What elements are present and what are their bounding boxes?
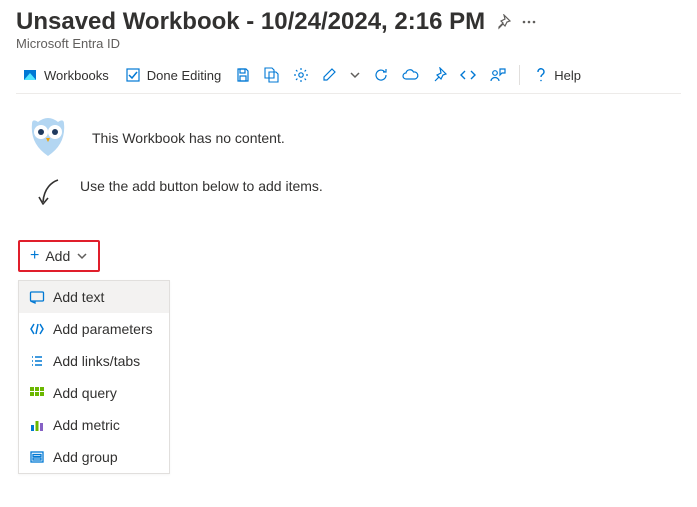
pin-icon[interactable] <box>495 14 511 30</box>
plus-icon: + <box>30 248 39 264</box>
more-icon[interactable] <box>521 14 537 30</box>
help-icon <box>534 67 548 83</box>
menu-item-add-metric[interactable]: Add metric <box>19 409 169 441</box>
save-icon <box>235 67 251 83</box>
menu-item-add-links-tabs[interactable]: Add links/tabs <box>19 345 169 377</box>
owl-icon <box>26 116 70 160</box>
text-icon <box>29 289 45 305</box>
pencil-icon <box>321 67 337 83</box>
chevron-down-icon <box>76 250 88 262</box>
menu-item-label: Add links/tabs <box>53 353 140 369</box>
done-editing-label: Done Editing <box>147 68 221 83</box>
menu-item-label: Add metric <box>53 417 120 433</box>
menu-item-add-parameters[interactable]: Add parameters <box>19 313 169 345</box>
pin-icon <box>431 67 447 83</box>
pin-button[interactable] <box>427 63 451 87</box>
gear-icon <box>293 67 309 83</box>
arrow-icon <box>34 178 62 212</box>
menu-item-label: Add query <box>53 385 117 401</box>
add-menu: Add text Add parameters Add links/tabs A… <box>18 280 170 474</box>
page-title: Unsaved Workbook - 10/24/2024, 2:16 PM <box>16 8 485 36</box>
person-feedback-icon <box>489 67 507 83</box>
menu-item-add-text[interactable]: Add text <box>19 281 169 313</box>
empty-message: This Workbook has no content. <box>92 130 285 146</box>
menu-item-add-query[interactable]: Add query <box>19 377 169 409</box>
group-icon <box>29 449 45 465</box>
refresh-icon <box>373 67 389 83</box>
save-button[interactable] <box>231 63 255 87</box>
code-icon <box>459 67 477 83</box>
edit-dropdown[interactable] <box>345 65 365 85</box>
done-editing-button[interactable]: Done Editing <box>119 63 227 87</box>
add-button-label: Add <box>45 248 70 264</box>
help-button[interactable]: Help <box>528 63 587 87</box>
workbooks-label: Workbooks <box>44 68 109 83</box>
menu-item-label: Add parameters <box>53 321 153 337</box>
refresh-button[interactable] <box>369 63 393 87</box>
breadcrumb: Microsoft Entra ID <box>16 36 681 51</box>
chevron-down-icon <box>349 69 361 81</box>
menu-item-label: Add text <box>53 289 104 305</box>
code-button[interactable] <box>455 63 481 87</box>
settings-button[interactable] <box>289 63 313 87</box>
empty-hint: Use the add button below to add items. <box>80 178 323 194</box>
workbooks-button[interactable]: Workbooks <box>16 63 115 87</box>
feedback-button[interactable] <box>485 63 511 87</box>
links-icon <box>29 353 45 369</box>
cloud-button[interactable] <box>397 63 423 87</box>
help-label: Help <box>554 68 581 83</box>
add-button[interactable]: + Add <box>18 240 100 272</box>
menu-item-label: Add group <box>53 449 118 465</box>
query-icon <box>29 385 45 401</box>
divider <box>519 65 520 85</box>
toolbar: Workbooks Done Editing <box>16 63 681 94</box>
edit-button[interactable] <box>317 63 341 87</box>
cloud-icon <box>401 67 419 83</box>
parameters-icon <box>29 321 45 337</box>
save-as-icon <box>263 67 281 83</box>
menu-item-add-group[interactable]: Add group <box>19 441 169 473</box>
metric-icon <box>29 417 45 433</box>
save-as-button[interactable] <box>259 63 285 87</box>
